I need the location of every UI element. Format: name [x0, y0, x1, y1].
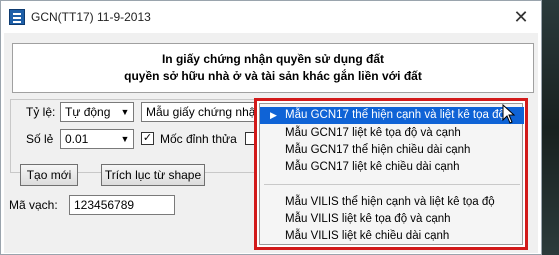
dropdown-item-label: Mẫu GCN17 thể hiện chiều dài cạnh [285, 144, 471, 156]
dropdown-item-vilis-coords-edges[interactable]: Mẫu VILIS liệt kê tọa độ và cạnh [260, 211, 524, 228]
dropdown-item-label: Mẫu GCN17 liệt kê chiều dài cạnh [285, 161, 460, 173]
dropdown-item-vilis-edges-coords[interactable]: Mẫu VILIS thể hiện cạnh và liệt kê tọa đ… [260, 194, 524, 211]
template-select-value: Mẫu giấy chứng nhận [146, 105, 259, 119]
title-bar: GCN(TT17) 11-9-2013 ✕ [1, 1, 541, 33]
plot-marker-checkbox[interactable]: ✓ [141, 132, 154, 145]
chevron-down-icon: ▼ [118, 131, 132, 147]
scale-label: Tỷ lệ: [26, 105, 56, 119]
template-select[interactable]: Mẫu giấy chứng nhận [141, 102, 259, 122]
template-dropdown-list: ▶ Mẫu GCN17 thể hiện cạnh và liệt kê tọa… [254, 98, 528, 250]
caret-right-icon: ▶ [270, 110, 277, 120]
background-desktop [540, 0, 559, 255]
dropdown-item-gcn17-coords-edges[interactable]: Mẫu GCN17 liệt kê tọa độ và cạnh [260, 125, 524, 142]
dropdown-item-label: Mẫu GCN17 thể hiện cạnh và liệt kê tọa đ… [285, 109, 505, 121]
scale-select-value: Tự động [65, 105, 111, 119]
dropdown-item-gcn17-edges-coords[interactable]: ▶ Mẫu GCN17 thể hiện cạnh và liệt kê tọa… [260, 107, 524, 124]
header-line-1: In giấy chứng nhận quyền sử dụng đất [161, 52, 385, 66]
dropdown-item-gcn17-edge-length[interactable]: Mẫu GCN17 thể hiện chiều dài cạnh [260, 142, 524, 159]
dropdown-separator [264, 184, 520, 185]
barcode-label: Mã vạch: [9, 198, 58, 212]
header-panel: In giấy chứng nhận quyền sử dụng đất quy… [12, 43, 534, 93]
dropdown-item-vilis-edge-length[interactable]: Mẫu VILIS liệt kê chiều dài cạnh [260, 228, 524, 245]
dropdown-item-label: Mẫu VILIS liệt kê chiều dài cạnh [285, 230, 450, 242]
decimals-select-value: 0.01 [65, 132, 89, 146]
scale-select[interactable]: Tự động ▼ [60, 102, 134, 122]
window-title: GCN(TT17) 11-9-2013 [31, 10, 151, 24]
dropdown-item-label: Mẫu GCN17 liệt kê tọa độ và cạnh [285, 127, 461, 139]
dropdown-list-box: ▶ Mẫu GCN17 thể hiện cạnh và liệt kê tọa… [259, 103, 524, 245]
extract-shape-button[interactable]: Trích lục từ shape [101, 164, 205, 186]
mouse-pointer-icon [502, 104, 516, 124]
chevron-down-icon: ▼ [118, 104, 132, 120]
header-line-2: quyền sở hữu nhà ở và tài sản khác gắn l… [124, 69, 422, 83]
decimals-label: Số lẻ [26, 132, 54, 146]
plot-marker-label: Mốc đỉnh thửa [160, 132, 237, 146]
dropdown-item-gcn17-list-edge-length[interactable]: Mẫu GCN17 liệt kê chiều dài cạnh [260, 159, 524, 176]
app-icon [9, 9, 25, 25]
barcode-input[interactable]: 123456789 [69, 195, 175, 215]
create-new-button[interactable]: Tạo mới [20, 164, 78, 186]
dropdown-item-label: Mẫu VILIS liệt kê tọa độ và cạnh [285, 213, 451, 225]
close-button[interactable]: ✕ [506, 6, 536, 28]
decimals-select[interactable]: 0.01 ▼ [60, 129, 134, 149]
dropdown-item-label: Mẫu VILIS thể hiện cạnh và liệt kê tọa đ… [285, 196, 495, 208]
